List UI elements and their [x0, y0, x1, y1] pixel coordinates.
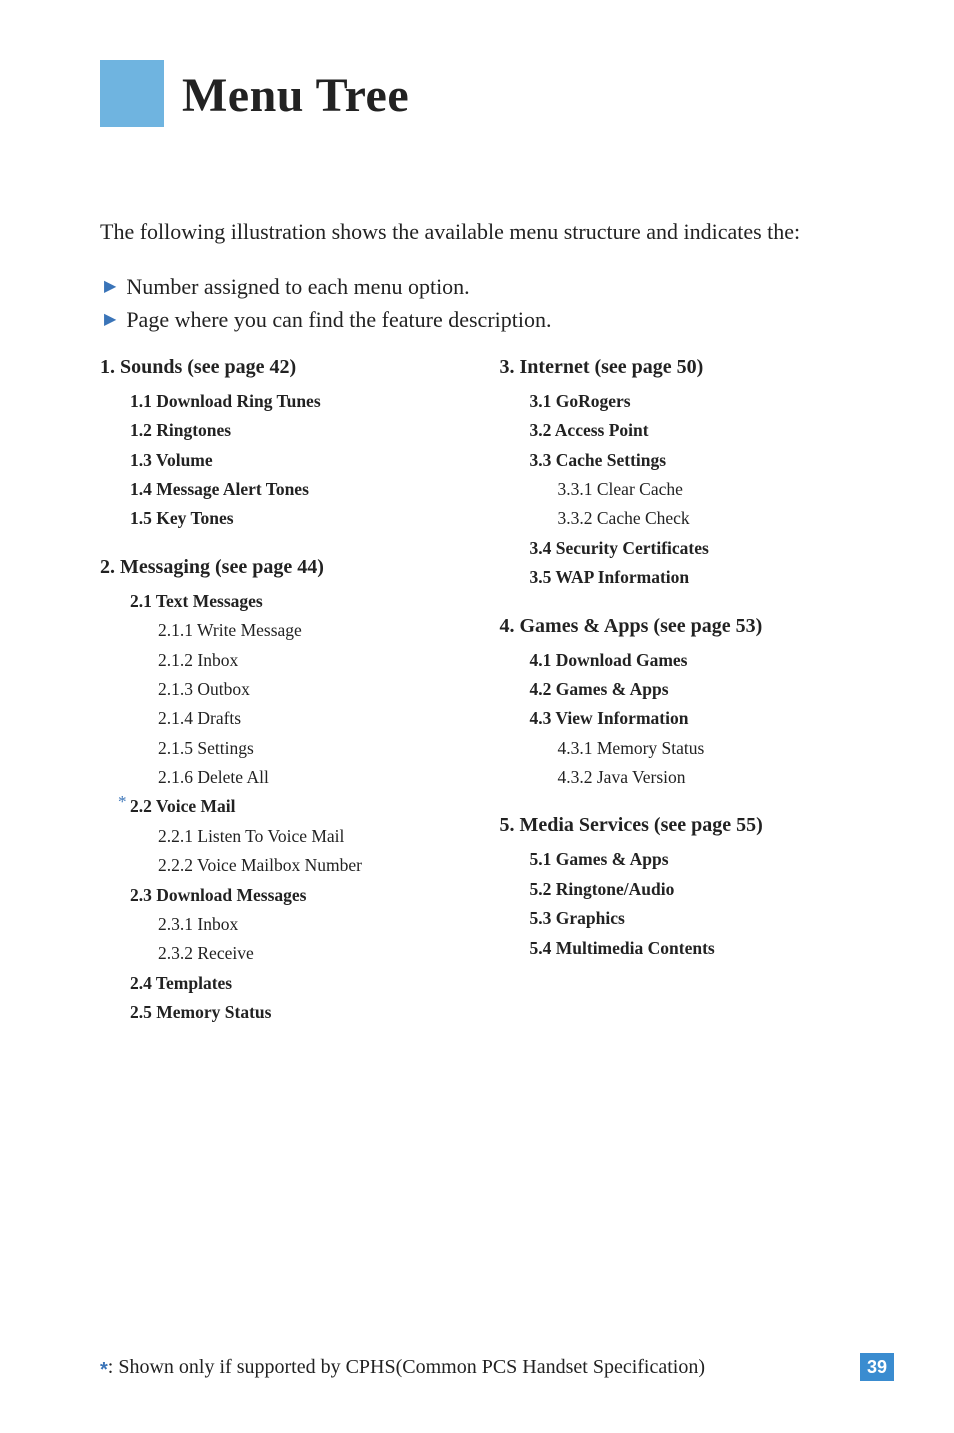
bullet-item: ▶ Page where you can find the feature de… [100, 303, 879, 336]
triangle-icon: ▶ [104, 308, 116, 332]
menu-subheading-label: 2.2 Voice Mail [130, 796, 235, 816]
menu-item: 2.2.1 Listen To Voice Mail [158, 822, 480, 851]
menu-item: 2.1.5 Settings [158, 734, 480, 763]
menu-item: 2.1.6 Delete All [158, 763, 480, 792]
section-heading-internet: 3. Internet (see page 50) [500, 356, 880, 379]
menu-item: 2.1.3 Outbox [158, 675, 480, 704]
menu-item: 2.4 Templates [130, 969, 480, 998]
menu-subheading: 2.3 Download Messages [130, 881, 480, 910]
menu-item: 3.4 Security Certificates [530, 534, 880, 563]
menu-item: 2.2.2 Voice Mailbox Number [158, 851, 480, 880]
menu-item: 1.4 Message Alert Tones [130, 475, 480, 504]
menu-subheading: 4.3 View Information [530, 704, 880, 733]
right-column: 3. Internet (see page 50) 3.1 GoRogers 3… [500, 356, 880, 1028]
page-title: Menu Tree [182, 60, 409, 127]
left-column: 1. Sounds (see page 42) 1.1 Download Rin… [100, 356, 480, 1028]
menu-item: 5.3 Graphics [530, 904, 880, 933]
page-number: 39 [860, 1353, 894, 1381]
footnote: *: Shown only if supported by CPHS(Commo… [100, 1356, 705, 1379]
menu-item: 3.5 WAP Information [530, 563, 880, 592]
menu-item: 2.5 Memory Status [130, 998, 480, 1027]
menu-columns: 1. Sounds (see page 42) 1.1 Download Rin… [100, 356, 879, 1028]
menu-item: 3.2 Access Point [530, 416, 880, 445]
menu-item: 5.1 Games & Apps [530, 845, 880, 874]
title-accent-block [100, 60, 164, 127]
section-heading-media: 5. Media Services (see page 55) [500, 814, 880, 837]
menu-subheading: 2.1 Text Messages [130, 587, 480, 616]
section-heading-sounds: 1. Sounds (see page 42) [100, 356, 480, 379]
menu-item: 2.1.2 Inbox [158, 646, 480, 675]
bullet-text: Number assigned to each menu option. [126, 270, 469, 303]
title-wrap: Menu Tree [100, 60, 879, 127]
menu-item: 4.3.1 Memory Status [558, 734, 880, 763]
menu-item: 2.1.4 Drafts [158, 704, 480, 733]
menu-item: 1.3 Volume [130, 446, 480, 475]
menu-item: 5.4 Multimedia Contents [530, 934, 880, 963]
section-heading-messaging: 2. Messaging (see page 44) [100, 556, 480, 579]
triangle-icon: ▶ [104, 275, 116, 299]
bullet-list: ▶ Number assigned to each menu option. ▶… [100, 270, 879, 336]
menu-item: 2.3.1 Inbox [158, 910, 480, 939]
footnote-text: : Shown only if supported by CPHS(Common… [108, 1356, 705, 1378]
menu-item: 2.3.2 Receive [158, 939, 480, 968]
asterisk-icon: * [118, 788, 127, 817]
menu-item: 1.5 Key Tones [130, 504, 480, 533]
intro-text: The following illustration shows the ava… [100, 217, 879, 248]
menu-item: 1.1 Download Ring Tunes [130, 387, 480, 416]
bullet-item: ▶ Number assigned to each menu option. [100, 270, 879, 303]
menu-item: 2.1.1 Write Message [158, 616, 480, 645]
asterisk-icon: * [100, 1359, 108, 1381]
menu-item: 4.1 Download Games [530, 646, 880, 675]
menu-subheading-voicemail: * 2.2 Voice Mail [130, 792, 480, 821]
menu-item: 4.2 Games & Apps [530, 675, 880, 704]
menu-item: 5.2 Ringtone/Audio [530, 875, 880, 904]
menu-subheading: 3.3 Cache Settings [530, 446, 880, 475]
menu-item: 3.1 GoRogers [530, 387, 880, 416]
footer: *: Shown only if supported by CPHS(Commo… [100, 1353, 894, 1381]
bullet-text: Page where you can find the feature desc… [126, 303, 551, 336]
section-heading-games: 4. Games & Apps (see page 53) [500, 615, 880, 638]
menu-item: 4.3.2 Java Version [558, 763, 880, 792]
menu-item: 3.3.1 Clear Cache [558, 475, 880, 504]
menu-item: 3.3.2 Cache Check [558, 504, 880, 533]
menu-item: 1.2 Ringtones [130, 416, 480, 445]
